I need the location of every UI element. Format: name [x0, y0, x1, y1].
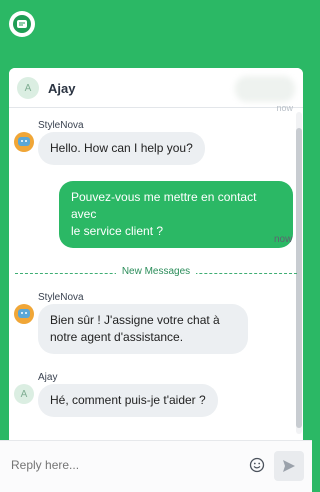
reply-input[interactable]	[11, 458, 231, 472]
chat-bubble-icon	[17, 20, 27, 28]
message-composer	[0, 440, 312, 492]
contact-name: Ajay	[48, 81, 76, 96]
message-text: notre agent d'assistance.	[50, 330, 184, 344]
message-bubble: Hé, comment puis-je t'aider ?	[38, 384, 218, 417]
chat-logo-icon[interactable]	[9, 11, 35, 37]
message-text: Hé, comment puis-je t'aider ?	[50, 393, 206, 407]
message-sender: StyleNova	[38, 120, 84, 131]
conversation-panel: A Ajay now StyleNova Hello. How can I he…	[9, 68, 303, 440]
conversation-header: A Ajay now	[9, 68, 303, 113]
message-sender: StyleNova	[38, 292, 84, 303]
message-text: Hello. How can I help you?	[50, 141, 193, 155]
send-button[interactable]	[274, 451, 304, 481]
message-bubble: Bien sûr ! J'assigne votre chat à notre …	[38, 304, 248, 354]
bot-avatar-icon	[14, 304, 34, 324]
contact-avatar: A	[14, 384, 34, 404]
message-sender: Ajay	[38, 372, 58, 383]
message-bubble-outgoing: Pouvez-vous me mettre en contact avec le…	[59, 181, 293, 248]
bot-avatar-icon	[14, 132, 34, 152]
message-text: Pouvez-vous me mettre en contact avec	[71, 190, 257, 221]
divider-label: New Messages	[115, 266, 197, 277]
blurred-header-element	[235, 76, 295, 102]
chat-widget: A Ajay now StyleNova Hello. How can I he…	[0, 0, 312, 492]
message-bubble: Hello. How can I help you?	[38, 132, 205, 165]
new-messages-divider: New Messages	[15, 266, 297, 280]
message-text: Bien sûr ! J'assigne votre chat à	[50, 313, 220, 327]
message-text: le service client ?	[71, 224, 164, 238]
emoji-icon[interactable]	[249, 457, 265, 473]
send-icon	[283, 460, 295, 472]
contact-avatar: A	[17, 77, 39, 99]
message-time: now	[274, 234, 293, 245]
header-faint-time: now	[276, 103, 293, 113]
